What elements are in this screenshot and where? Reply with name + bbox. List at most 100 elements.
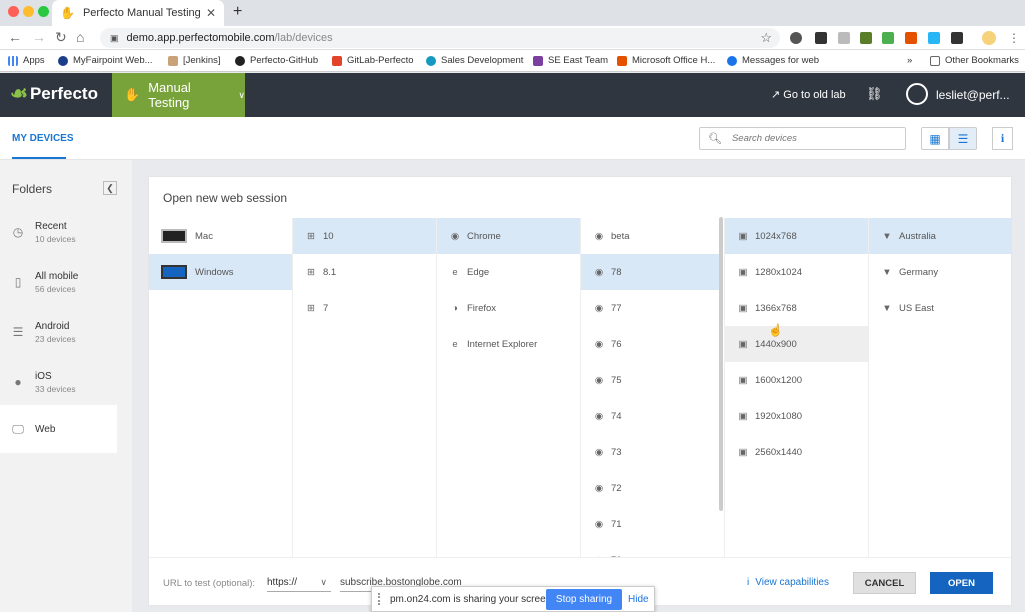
browser-option-edge[interactable]: e Edge: [437, 254, 580, 290]
browser-version-scrollbar[interactable]: [719, 217, 723, 511]
cancel-button[interactable]: CANCEL: [853, 572, 916, 594]
drag-handle-icon[interactable]: [378, 593, 382, 605]
cart-extension-icon[interactable]: [815, 32, 827, 44]
reload-icon[interactable]: ↻: [55, 29, 67, 46]
minimize-window-button[interactable]: [23, 6, 34, 17]
clock-icon: ◷: [12, 225, 24, 239]
extension-icon[interactable]: [790, 32, 802, 44]
chrome-icon: ◉: [594, 446, 604, 458]
messages-icon: [727, 55, 737, 66]
extension-icon[interactable]: [905, 32, 917, 44]
bookmark-item[interactable]: Microsoft Office H...: [617, 55, 715, 66]
go-to-old-lab-link[interactable]: ↗ Go to old lab: [771, 88, 846, 101]
chrome-icon: ◉: [594, 410, 604, 422]
profile-avatar[interactable]: [982, 31, 996, 45]
resolution-option[interactable]: ▣ 1920x1080: [725, 398, 868, 434]
perfecto-favicon-icon: ✋: [60, 6, 75, 20]
browser-option-chrome[interactable]: ◉ Chrome: [437, 218, 580, 254]
hide-sharing-bar-link[interactable]: Hide: [628, 594, 649, 605]
url-omnibox[interactable]: ▣ demo.app.perfectomobile.com/lab/device…: [100, 28, 780, 48]
browser-version-option[interactable]: ◉ 76: [581, 326, 719, 362]
grid-view-button[interactable]: ▦: [921, 127, 949, 150]
resolution-option[interactable]: ▣ 2560x1440: [725, 434, 868, 470]
resolution-option[interactable]: ▣ 1024x768: [725, 218, 868, 254]
collapse-sidebar-button[interactable]: ❮: [103, 181, 117, 195]
bookmark-item[interactable]: MyFairpoint Web...: [58, 55, 153, 66]
extension-icon[interactable]: [860, 32, 872, 44]
search-icon: 🔍︎: [708, 133, 722, 145]
folder-item-ios[interactable]: ● iOS 33 devices: [0, 358, 117, 406]
location-option[interactable]: ▼ Australia: [869, 218, 1012, 254]
os-version-option[interactable]: ⊞ 10: [293, 218, 436, 254]
perfecto-logo[interactable]: ☙ Perfecto: [10, 81, 98, 106]
os-option-windows[interactable]: Windows: [149, 254, 292, 290]
os-version-option[interactable]: ⊞ 7: [293, 290, 436, 326]
browser-version-option[interactable]: ◉ beta: [581, 218, 719, 254]
other-bookmarks[interactable]: Other Bookmarks: [930, 55, 1019, 66]
maximize-window-button[interactable]: [38, 6, 49, 17]
bookmark-item[interactable]: SE East Team: [533, 55, 608, 66]
bookmark-apps[interactable]: Apps: [8, 55, 45, 66]
manual-testing-dropdown[interactable]: ✋ Manual Testing ∨: [112, 73, 245, 117]
resolution-option[interactable]: ▣ 1600x1200: [725, 362, 868, 398]
bookmark-item[interactable]: Sales Development: [426, 55, 523, 66]
os-option-mac[interactable]: Mac: [149, 218, 292, 254]
back-icon[interactable]: ←: [8, 29, 22, 45]
search-input[interactable]: [731, 133, 882, 144]
tab-my-devices[interactable]: MY DEVICES: [12, 133, 74, 144]
browser-version-column: ◉beta ◉78 ◉77 ◉76 ◉75 ◉74 ◉73 ◉72 ◉71 ◉7…: [581, 218, 725, 559]
folder-item-android[interactable]: ☰ Android 23 devices: [0, 308, 117, 356]
folder-item-all-mobile[interactable]: ▯ All mobile 56 devices: [0, 258, 117, 306]
browser-version-option[interactable]: ◉ 77: [581, 290, 719, 326]
bookmark-item[interactable]: Messages for web: [727, 55, 819, 66]
bookmark-star-icon[interactable]: ☆: [760, 30, 772, 46]
forward-icon[interactable]: →: [32, 29, 46, 45]
extension-icon[interactable]: [838, 32, 850, 44]
internet-explorer-icon: e: [452, 338, 458, 350]
open-button[interactable]: OPEN: [930, 572, 993, 594]
browser-version-option[interactable]: ◉ 72: [581, 470, 719, 506]
view-capabilities-link[interactable]: i View capabilities: [747, 577, 829, 588]
close-window-button[interactable]: [8, 6, 19, 17]
bookmark-item[interactable]: GitLab-Perfecto: [332, 55, 414, 66]
browser-version-option[interactable]: ◉ 75: [581, 362, 719, 398]
bookmark-item[interactable]: [Jenkins]: [168, 55, 221, 66]
browser-option-ie[interactable]: e Internet Explorer: [437, 326, 580, 362]
browser-tab[interactable]: ✋ Perfecto Manual Testing ✕: [52, 0, 224, 26]
os-version-option[interactable]: ⊞ 8.1: [293, 254, 436, 290]
firefox-icon: ◑: [452, 302, 458, 314]
info-icon: i: [1000, 131, 1005, 145]
new-tab-button[interactable]: +: [233, 3, 242, 21]
search-box[interactable]: 🔍︎: [699, 127, 906, 150]
chrome-menu-icon[interactable]: ⋮: [1008, 31, 1020, 45]
location-option[interactable]: ▼ Germany: [869, 254, 1012, 290]
extension-icon[interactable]: [882, 32, 894, 44]
browser-option-firefox[interactable]: ◑ Firefox: [437, 290, 580, 326]
list-view-button[interactable]: ☰: [949, 127, 977, 150]
link-icon[interactable]: ⛓: [866, 86, 883, 102]
location-option[interactable]: ▼ US East: [869, 290, 1012, 326]
browser-version-option[interactable]: ◉ 78: [581, 254, 719, 290]
browser-version-option[interactable]: ◉ 74: [581, 398, 719, 434]
user-name[interactable]: lesliet@perf...: [936, 88, 1010, 102]
resolution-option[interactable]: ▣ 1280x1024: [725, 254, 868, 290]
protocol-select[interactable]: https://∨: [267, 574, 331, 592]
home-icon[interactable]: ⌂: [76, 29, 84, 45]
info-button[interactable]: i: [992, 127, 1013, 150]
bookmark-item[interactable]: Perfecto-GitHub: [235, 55, 318, 66]
url-domain: demo.app.perfectomobile.com: [126, 32, 275, 44]
stop-sharing-button[interactable]: Stop sharing: [546, 589, 622, 610]
browser-version-option[interactable]: ◉ 73: [581, 434, 719, 470]
close-tab-icon[interactable]: ✕: [206, 6, 216, 20]
folder-item-web[interactable]: 🖵︎ Web: [0, 405, 117, 453]
extension-icon[interactable]: [951, 32, 963, 44]
extension-icon[interactable]: [928, 32, 940, 44]
folder-item-recent[interactable]: ◷ Recent 10 devices: [0, 208, 117, 256]
lock-icon: ▣: [110, 32, 119, 43]
browser-version-option[interactable]: ◉ 71: [581, 506, 719, 542]
bookmarks-overflow[interactable]: »: [907, 55, 912, 66]
resolution-option[interactable]: ▣ 1440x900: [725, 326, 868, 362]
resolution-option[interactable]: ▣ 1366x768: [725, 290, 868, 326]
user-avatar-icon[interactable]: [906, 83, 928, 105]
screen-icon: ▣: [738, 446, 748, 458]
